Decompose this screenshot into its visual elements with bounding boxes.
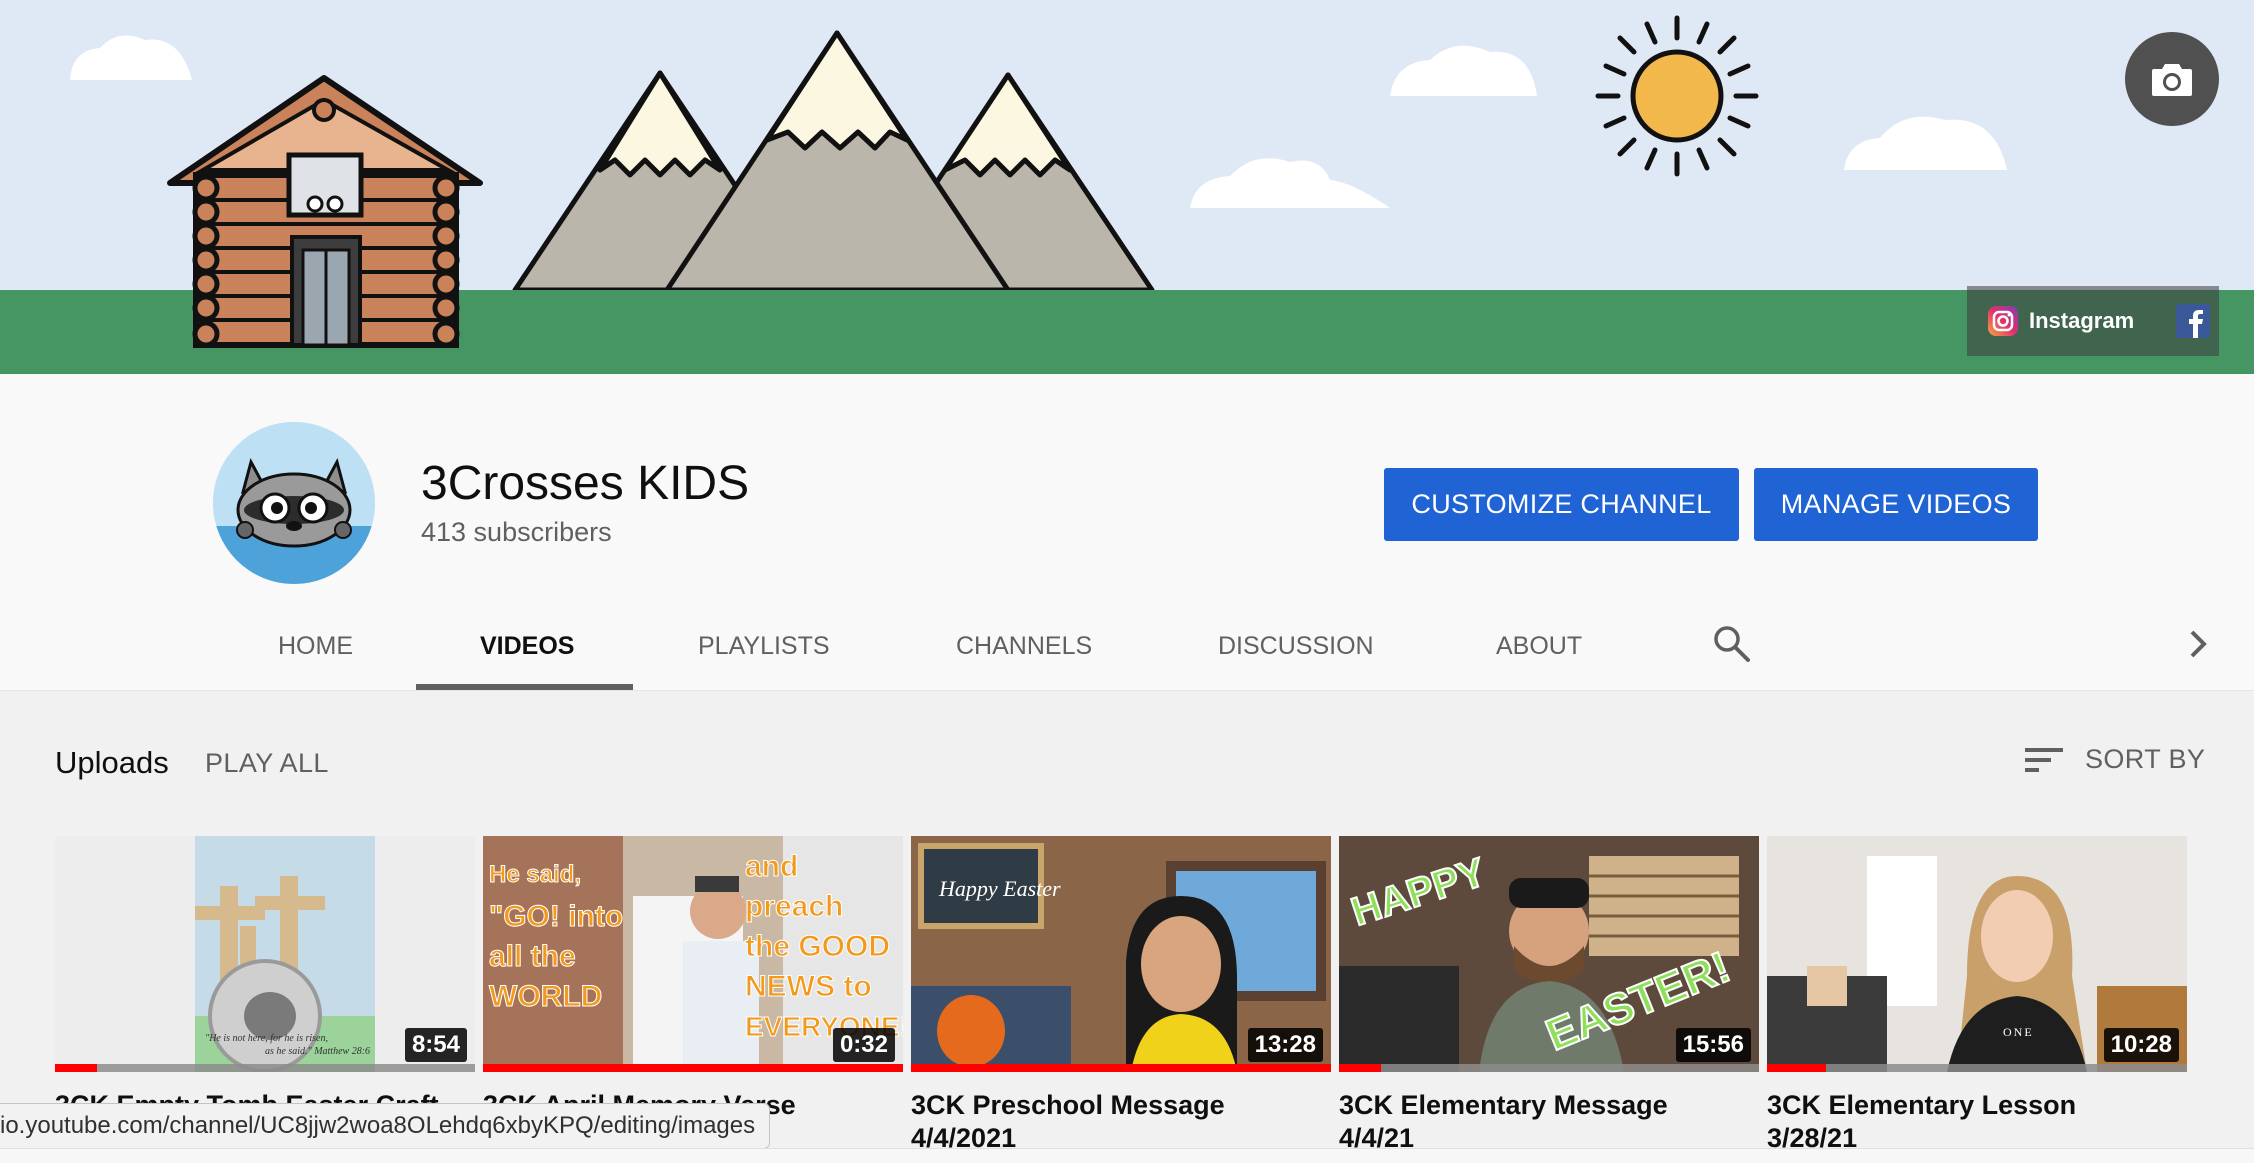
video-thumbnail[interactable]: He said, "GO! into all the WORLD and pre… xyxy=(483,836,903,1072)
channel-name: 3Crosses KIDS xyxy=(421,457,750,510)
tab-about[interactable]: ABOUT xyxy=(1496,626,1582,690)
play-all-button[interactable]: PLAY ALL xyxy=(205,748,329,779)
video-duration: 15:56 xyxy=(1675,1028,1751,1062)
customize-channel-button[interactable]: CUSTOMIZE CHANNEL xyxy=(1384,468,1739,541)
channel-banner: Instagram xyxy=(0,0,2254,374)
video-item: HAPPY EASTER! 15:56 3CK Elementary Messa… xyxy=(1339,836,1759,1156)
thumb-text-line-7: the GOOD xyxy=(745,930,890,963)
edit-banner-button[interactable] xyxy=(2125,32,2219,126)
thumb-text-line-2: as he said." Matthew 28:6 xyxy=(265,1046,370,1057)
sort-icon xyxy=(2025,747,2063,772)
video-duration: 8:54 xyxy=(404,1028,467,1062)
video-title[interactable]: 3CK Elementary Lesson xyxy=(1767,1090,2187,1120)
video-item: ONE 10:28 3CK Elementary Lesson 3/28/21 xyxy=(1767,836,2187,1156)
video-duration: 13:28 xyxy=(1247,1028,1323,1062)
thumb-text-line-1: "He is not here, for he is risen, xyxy=(205,1033,328,1044)
video-duration: 0:32 xyxy=(832,1028,895,1062)
facebook-icon xyxy=(2176,304,2211,338)
video-title[interactable]: 3CK Preschool Message xyxy=(911,1090,1331,1120)
watch-progress xyxy=(483,1064,903,1072)
watch-progress-fill xyxy=(55,1064,97,1072)
manage-videos-button[interactable]: MANAGE VIDEOS xyxy=(1754,468,2038,541)
watch-progress xyxy=(911,1064,1331,1072)
status-bar-url: io.youtube.com/channel/UC8jjw2woa8OLehdq… xyxy=(0,1103,771,1149)
watch-progress xyxy=(1339,1064,1759,1072)
video-item: Happy Easter 13:28 3CK Preschool Message… xyxy=(911,836,1331,1156)
chevron-right-icon[interactable] xyxy=(2178,624,2218,664)
thumb-text-line-3: all the xyxy=(489,940,576,973)
sort-by-button[interactable]: SORT BY xyxy=(2025,744,2205,775)
watch-progress-fill xyxy=(1767,1064,1826,1072)
sort-by-label: SORT BY xyxy=(2085,744,2206,774)
instagram-link[interactable]: Instagram xyxy=(1987,305,2134,337)
video-item: He said, "GO! into all the WORLD and pre… xyxy=(483,836,903,1120)
thumb-text-line-8: NEWS to xyxy=(745,970,872,1003)
watch-progress xyxy=(55,1064,475,1072)
channel-avatar[interactable] xyxy=(213,422,375,584)
instagram-label: Instagram xyxy=(2029,308,2135,333)
tab-playlists[interactable]: PLAYLISTS xyxy=(698,626,830,690)
channel-header: 3Crosses KIDS 413 subscribers CUSTOMIZE … xyxy=(0,374,2254,691)
banner-links: Instagram xyxy=(1967,286,2219,356)
instagram-icon xyxy=(1988,306,2018,336)
raccoon-avatar-icon xyxy=(213,422,375,584)
watch-progress-fill xyxy=(483,1064,903,1072)
camera-icon xyxy=(2152,64,2192,96)
tab-discussion[interactable]: DISCUSSION xyxy=(1218,626,1374,690)
thumb-text-line-4: WORLD xyxy=(489,980,602,1013)
thumb-text-line-2: "GO! into xyxy=(489,900,623,933)
tab-home[interactable]: HOME xyxy=(278,626,353,690)
thumb-text-line-1: He said, xyxy=(489,861,581,888)
window-bottom-edge xyxy=(0,1148,2254,1163)
watch-progress-fill xyxy=(911,1064,1331,1072)
video-title[interactable]: 3CK Elementary Message xyxy=(1339,1090,1759,1120)
tab-channels[interactable]: CHANNELS xyxy=(956,626,1092,690)
banner-art xyxy=(0,0,2254,374)
search-icon[interactable] xyxy=(1710,622,1754,666)
video-thumbnail[interactable]: "He is not here, for he is risen, as he … xyxy=(55,836,475,1072)
facebook-link[interactable] xyxy=(2176,304,2211,338)
video-duration: 10:28 xyxy=(2103,1028,2179,1062)
watch-progress xyxy=(1767,1064,2187,1072)
video-thumbnail[interactable]: HAPPY EASTER! 15:56 xyxy=(1339,836,1759,1072)
video-thumbnail[interactable]: Happy Easter 13:28 xyxy=(911,836,1331,1072)
video-thumbnail[interactable]: ONE 10:28 xyxy=(1767,836,2187,1072)
thumb-text-line-5: and xyxy=(745,850,798,883)
thumb-text-line-1: Happy Easter xyxy=(938,876,1061,901)
tab-videos[interactable]: VIDEOS xyxy=(480,626,574,690)
watch-progress-fill xyxy=(1339,1064,1381,1072)
active-tab-indicator xyxy=(416,684,633,690)
uploads-heading: Uploads xyxy=(55,745,169,780)
thumb-text-line-1: ONE xyxy=(2003,1025,2034,1039)
thumb-text-line-6: preach xyxy=(745,890,843,923)
subscriber-count: 413 subscribers xyxy=(421,517,612,547)
video-item: "He is not here, for he is risen, as he … xyxy=(55,836,475,1120)
